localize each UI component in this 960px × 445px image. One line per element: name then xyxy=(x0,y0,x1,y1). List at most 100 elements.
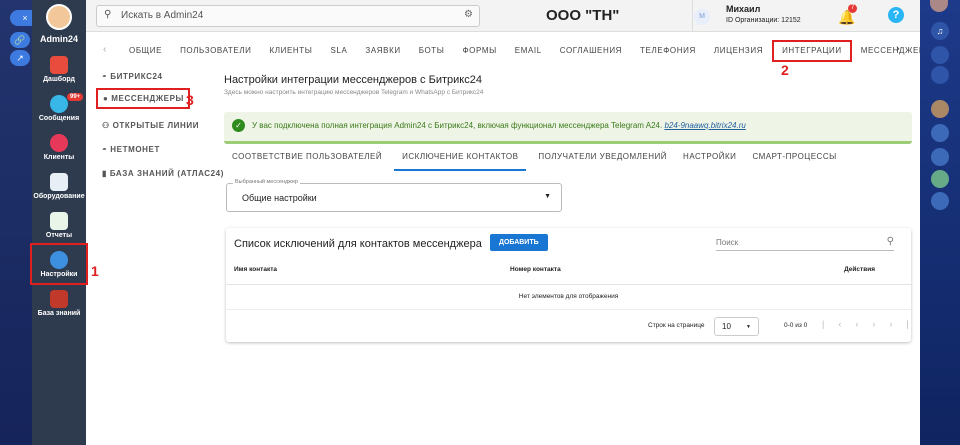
next-page-icon[interactable]: › xyxy=(872,319,889,329)
table-search-input[interactable]: Поиск ⚲ xyxy=(716,236,894,251)
contact-avatar[interactable] xyxy=(931,192,949,210)
check-icon: ✓ xyxy=(232,119,245,132)
org-name: ООО "ТН" xyxy=(546,7,620,24)
column-header-number[interactable]: Номер контакта xyxy=(510,266,561,273)
success-alert: ✓ У вас подключена полная интеграция Adm… xyxy=(224,112,912,144)
user-avatar-small[interactable] xyxy=(930,0,948,12)
contact-avatar[interactable] xyxy=(931,124,949,142)
tab-forms[interactable]: ФОРМЫ xyxy=(453,44,505,62)
tab-contact-exclusions[interactable]: ИСКЛЮЧЕНИЕ КОНТАКТОВ xyxy=(394,150,527,171)
user-info[interactable]: Михаил ID Организации: 12152 xyxy=(726,4,801,24)
annotation-3: 3 xyxy=(186,92,194,108)
contact-avatar[interactable] xyxy=(931,148,949,166)
sidebar-item-messages[interactable]: Сообщения 99+ xyxy=(32,93,86,122)
page-subtitle: Здесь можно настроить интеграцию мессенд… xyxy=(224,89,484,96)
first-page-icon[interactable]: |‹ xyxy=(822,319,855,329)
chat-icon[interactable] xyxy=(931,46,949,64)
tab-general[interactable]: ОБЩИЕ xyxy=(120,44,171,62)
empty-message: Нет элементов для отображения xyxy=(518,293,619,300)
tab-clients[interactable]: КЛИЕНТЫ xyxy=(261,44,322,62)
gear-icon xyxy=(50,251,68,269)
label: Настройки xyxy=(40,271,78,278)
search-input[interactable]: ⚲ Искать в Admin24 ⚙ xyxy=(96,5,480,27)
avatar[interactable] xyxy=(46,4,72,30)
tab-license[interactable]: ЛИЦЕНЗИЯ xyxy=(705,44,772,62)
dropdown-icon: ▼ xyxy=(544,193,551,200)
label: НЕТМОНЕТ xyxy=(110,145,160,154)
submenu-knowledge-base[interactable]: ▮ БАЗА ЗНАНИЙ (АТЛАС24) xyxy=(102,169,224,178)
topbar: ⚲ Искать в Admin24 ⚙ ООО "ТН" М Михаил ID О… xyxy=(86,0,920,32)
chevron-right-icon[interactable]: › xyxy=(896,43,900,55)
table-title: Список исключений для контактов мессендж… xyxy=(234,238,482,250)
link-icon[interactable]: 🔗 xyxy=(10,32,30,48)
org-id: ID Организации: 12152 xyxy=(726,17,801,24)
contact-avatar[interactable] xyxy=(931,100,949,118)
help-icon[interactable]: ? xyxy=(888,7,904,23)
tab-users[interactable]: ПОЛЬЗОВАТЕЛИ xyxy=(171,44,260,62)
sidebar: Admin24 Дашборд Сообщения 99+ Клиенты Обо… xyxy=(30,0,88,445)
submenu-bitrix24[interactable]: ◓ БИТРИКС24 xyxy=(102,72,163,81)
external-icon[interactable]: ↗ xyxy=(10,50,30,66)
page-title: Настройки интеграции мессенджеров с Битр… xyxy=(224,74,482,86)
submenu-open-lines[interactable]: ⚇ ОТКРЫТЫЕ ЛИНИИ xyxy=(102,121,199,130)
messages-badge: 99+ xyxy=(67,93,84,101)
bell-icon[interactable]: ♫ xyxy=(931,22,949,40)
tab-sla[interactable]: SLA xyxy=(321,44,356,62)
sidebar-item-dashboard[interactable]: Дашборд xyxy=(32,56,86,83)
select-label: Выбранный мессенджер xyxy=(233,179,300,185)
sidebar-item-knowledge[interactable]: База знаний xyxy=(32,290,86,317)
dropdown-icon: ▼ xyxy=(746,324,751,330)
bell-badge: 7 xyxy=(848,4,857,13)
pagination: |‹‹››| xyxy=(822,319,923,329)
gear-icon[interactable]: ⚙ xyxy=(464,9,473,20)
user-avatar[interactable]: М xyxy=(694,9,710,25)
messenger-select[interactable]: Выбранный мессенджер Общие настройки ▼ xyxy=(226,179,562,212)
background-app: × 🔗 ↗ xyxy=(0,0,40,445)
submenu-messengers[interactable]: ● МЕССЕНДЖЕРЫ xyxy=(96,88,190,109)
prev-page-icon[interactable]: ‹ xyxy=(855,319,872,329)
label: ОТКРЫТЫЕ ЛИНИИ xyxy=(112,121,200,130)
sidebar-item-reports[interactable]: Отчеты xyxy=(32,212,86,239)
sidebar-item-clients[interactable]: Клиенты xyxy=(32,134,86,161)
column-header-name[interactable]: Имя контакта xyxy=(234,266,277,273)
contact-avatar[interactable] xyxy=(931,170,949,188)
tab-agreements[interactable]: СОГЛАШЕНИЯ xyxy=(551,44,631,62)
app-name: Admin24 xyxy=(39,34,78,44)
label: Отчеты xyxy=(45,232,73,239)
last-page-icon[interactable]: ›| xyxy=(889,319,922,329)
tab-requests[interactable]: ЗАЯВКИ xyxy=(356,44,409,62)
submenu-netmonet[interactable]: ◓ НЕТМОНЕТ xyxy=(102,145,160,154)
alert-text: У вас подключена полная интеграция Admin… xyxy=(252,121,663,130)
sidebar-item-equipment[interactable]: Оборудование xyxy=(32,173,86,200)
exclusions-table: Список исключений для контактов мессендж… xyxy=(226,228,911,342)
annotation-1: 1 xyxy=(91,263,99,279)
tab-user-mapping[interactable]: СООТВЕТСТВИЕ ПОЛЬЗОВАТЕЛЕЙ xyxy=(224,150,390,171)
page-range: 0-0 из 0 xyxy=(784,322,808,329)
select-value: Общие настройки xyxy=(242,193,317,203)
user-name: Михаил xyxy=(726,4,761,14)
tab-smart-processes[interactable]: СМАРТ-ПРОЦЕССЫ xyxy=(744,150,844,171)
label: Сообщения xyxy=(38,115,80,122)
tab-bots[interactable]: БОТЫ xyxy=(410,44,454,62)
rows-per-page-select[interactable]: 10 ▼ xyxy=(714,317,759,336)
tab-notification-recipients[interactable]: ПОЛУЧАТЕЛИ УВЕДОМЛЕНИЙ xyxy=(530,150,675,171)
tab-telephony[interactable]: ТЕЛЕФОНИЯ xyxy=(631,44,705,62)
chat-icon xyxy=(50,95,68,113)
search-placeholder: Искать в Admin24 xyxy=(121,10,204,21)
tab-integrations[interactable]: ИНТЕГРАЦИИ xyxy=(772,40,852,62)
app-icon[interactable] xyxy=(931,66,949,84)
annotation-2: 2 xyxy=(781,62,789,78)
label: Оборудование xyxy=(33,193,85,200)
clients-icon xyxy=(50,134,68,152)
sidebar-item-settings[interactable]: Настройки xyxy=(30,243,88,285)
search-icon: ⚲ xyxy=(104,9,112,20)
label: Дашборд xyxy=(43,76,75,83)
add-button[interactable]: ДОБАВИТЬ xyxy=(490,234,548,251)
tab-settings[interactable]: НАСТРОЙКИ xyxy=(675,150,744,171)
bitrix-link[interactable]: b24-9naawq.bitrix24.ru xyxy=(664,121,745,130)
label: БАЗА ЗНАНИЙ (АТЛАС24) xyxy=(109,169,224,178)
label: Клиенты xyxy=(43,154,75,161)
tab-email[interactable]: EMAIL xyxy=(506,44,551,62)
chevron-left-icon[interactable]: ‹ xyxy=(103,44,106,55)
search-icon: ⚲ xyxy=(886,236,894,247)
